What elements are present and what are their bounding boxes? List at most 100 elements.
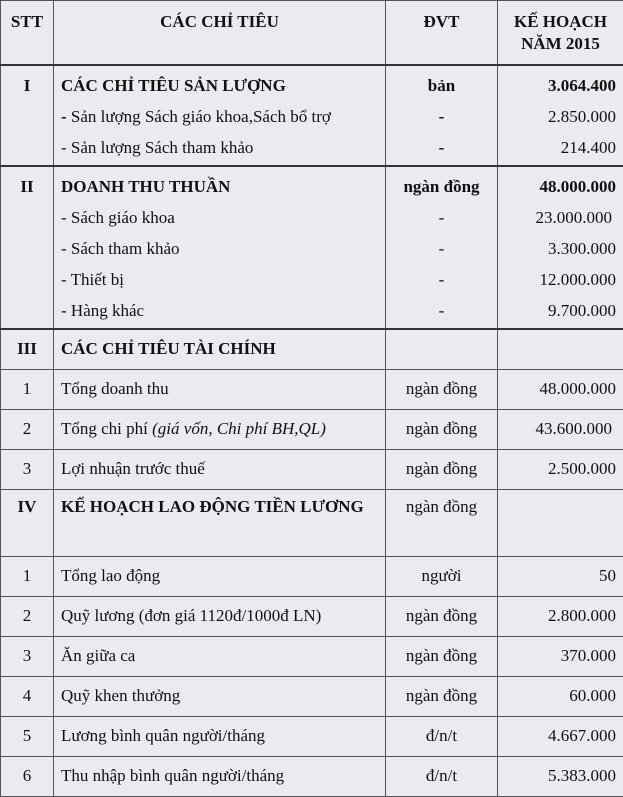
row-value: 60.000	[498, 676, 623, 716]
row-number: 3	[1, 636, 54, 676]
section-number: III	[1, 329, 54, 370]
table-row: 1 Tổng lao động người 50	[1, 556, 623, 596]
item-value: 3.300.000	[498, 233, 623, 264]
stt-cell: II	[1, 166, 54, 329]
row-label: Ăn giữa ca	[54, 636, 386, 676]
row-value: 43.600.000	[498, 409, 623, 449]
list-item: - Hàng khác	[54, 295, 385, 326]
item-value: 23.000.000	[498, 202, 623, 233]
header-chi-tieu: CÁC CHỈ TIÊU	[54, 1, 386, 65]
table-row: 1 Tổng doanh thu ngàn đồng 48.000.000	[1, 369, 623, 409]
section-title: KẾ HOẠCH LAO ĐỘNG TIỀN LƯƠNG	[54, 489, 386, 556]
item-value: 2.850.000	[498, 101, 623, 132]
row-value: 370.000	[498, 636, 623, 676]
item-label: Sản lượng Sách giáo khoa,Sách bổ trợ	[67, 107, 331, 126]
row-label: Tổng doanh thu	[54, 369, 386, 409]
row-label-text: Tổng chi phí	[61, 419, 152, 438]
row-number: 3	[1, 449, 54, 489]
list-item: - Thiết bị	[54, 264, 385, 295]
section-number: IV	[1, 489, 54, 556]
section-unit: ngàn đồng	[386, 171, 497, 202]
row-unit: ngàn đồng	[386, 676, 498, 716]
row-value: 48.000.000	[498, 369, 623, 409]
item-unit: -	[386, 101, 497, 132]
row-value: 2.800.000	[498, 596, 623, 636]
table-row: 2 Quỹ lương (đơn giá 1120đ/1000đ LN) ngà…	[1, 596, 623, 636]
table-row: 5 Lương bình quân người/tháng đ/n/t 4.66…	[1, 716, 623, 756]
empty-cell	[386, 329, 498, 370]
row-unit: đ/n/t	[386, 716, 498, 756]
row-label: Thu nhập bình quân người/tháng	[54, 756, 386, 796]
row-label: Tổng chi phí (giá vốn, Chi phí BH,QL)	[54, 409, 386, 449]
dvt-cell: bản - -	[386, 65, 498, 166]
section-title: CÁC CHỈ TIÊU SẢN LƯỢNG	[54, 70, 385, 101]
section-row: III CÁC CHỈ TIÊU TÀI CHÍNH	[1, 329, 623, 370]
row-label: Quỹ khen thưởng	[54, 676, 386, 716]
item-unit: -	[386, 295, 497, 326]
header-stt: STT	[1, 1, 54, 65]
row-number: 2	[1, 596, 54, 636]
row-number: 5	[1, 716, 54, 756]
table-row: 6 Thu nhập bình quân người/tháng đ/n/t 5…	[1, 756, 623, 796]
row-number: 6	[1, 756, 54, 796]
section-number: I	[1, 70, 53, 101]
item-unit: -	[386, 132, 497, 163]
section-unit: bản	[386, 70, 497, 101]
row-number: 2	[1, 409, 54, 449]
item-unit: -	[386, 233, 497, 264]
value-cell: 3.064.400 2.850.000 214.400	[498, 65, 623, 166]
list-item: - Sản lượng Sách tham khảo	[54, 132, 385, 163]
list-item: - Sản lượng Sách giáo khoa,Sách bổ trợ	[54, 101, 385, 132]
item-unit: -	[386, 264, 497, 295]
row-unit: người	[386, 556, 498, 596]
row-label-note: (giá vốn, Chi phí BH,QL)	[152, 419, 326, 438]
table-row: 2 Tổng chi phí (giá vốn, Chi phí BH,QL) …	[1, 409, 623, 449]
section-row: II DOANH THU THUẦN - Sách giáo khoa - Sá…	[1, 166, 623, 329]
label-cell: DOANH THU THUẦN - Sách giáo khoa - Sách …	[54, 166, 386, 329]
header-row: STT CÁC CHỈ TIÊU ĐVT KẾ HOẠCH NĂM 2015	[1, 1, 623, 65]
section-unit: ngàn đồng	[386, 489, 498, 556]
row-number: 4	[1, 676, 54, 716]
row-number: 1	[1, 369, 54, 409]
row-unit: ngàn đồng	[386, 596, 498, 636]
table-row: 4 Quỹ khen thưởng ngàn đồng 60.000	[1, 676, 623, 716]
row-unit: ngàn đồng	[386, 369, 498, 409]
table-row: 3 Ăn giữa ca ngàn đồng 370.000	[1, 636, 623, 676]
row-value: 4.667.000	[498, 716, 623, 756]
value-cell: 48.000.000 23.000.000 3.300.000 12.000.0…	[498, 166, 623, 329]
dvt-cell: ngàn đồng - - - -	[386, 166, 498, 329]
list-item: - Sách tham khảo	[54, 233, 385, 264]
row-unit: ngàn đồng	[386, 449, 498, 489]
row-label: Lợi nhuận trước thuế	[54, 449, 386, 489]
row-value: 5.383.000	[498, 756, 623, 796]
empty-cell	[498, 329, 623, 370]
row-unit: đ/n/t	[386, 756, 498, 796]
stt-cell: I	[1, 65, 54, 166]
item-value: 12.000.000	[498, 264, 623, 295]
section-row: I CÁC CHỈ TIÊU SẢN LƯỢNG - Sản lượng Sác…	[1, 65, 623, 166]
row-label: Lương bình quân người/tháng	[54, 716, 386, 756]
row-number: 1	[1, 556, 54, 596]
item-label: Sản lượng Sách tham khảo	[67, 138, 254, 157]
item-value: 9.700.000	[498, 295, 623, 326]
row-value: 2.500.000	[498, 449, 623, 489]
row-label: Tổng lao động	[54, 556, 386, 596]
header-dvt: ĐVT	[386, 1, 498, 65]
header-ke-hoach-line2: NĂM 2015	[498, 33, 623, 55]
section-value: 48.000.000	[498, 171, 623, 202]
section-title: CÁC CHỈ TIÊU TÀI CHÍNH	[54, 329, 386, 370]
row-label: Quỹ lương (đơn giá 1120đ/1000đ LN)	[54, 596, 386, 636]
list-item: - Sách giáo khoa	[54, 202, 385, 233]
row-unit: ngàn đồng	[386, 409, 498, 449]
plan-table: STT CÁC CHỈ TIÊU ĐVT KẾ HOẠCH NĂM 2015 I…	[0, 0, 623, 797]
label-cell: CÁC CHỈ TIÊU SẢN LƯỢNG - Sản lượng Sách …	[54, 65, 386, 166]
empty-cell	[498, 489, 623, 556]
table-row: 3 Lợi nhuận trước thuế ngàn đồng 2.500.0…	[1, 449, 623, 489]
row-value: 50	[498, 556, 623, 596]
section-value: 3.064.400	[498, 70, 623, 101]
section-number: II	[1, 171, 53, 202]
header-ke-hoach: KẾ HOẠCH NĂM 2015	[498, 1, 623, 65]
item-value: 214.400	[498, 132, 623, 163]
header-ke-hoach-line1: KẾ HOẠCH	[498, 11, 623, 33]
section-title: DOANH THU THUẦN	[54, 171, 385, 202]
